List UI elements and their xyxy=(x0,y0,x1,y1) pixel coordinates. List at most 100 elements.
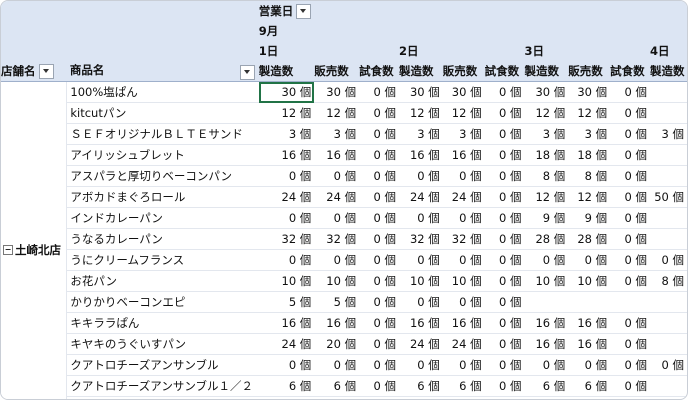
value-cell[interactable] xyxy=(649,207,687,229)
value-cell[interactable]: 0 個 xyxy=(359,81,399,103)
value-cell[interactable]: 0 個 xyxy=(442,249,485,271)
value-cell[interactable]: 0 個 xyxy=(484,144,525,166)
value-cell[interactable]: 0 個 xyxy=(359,165,399,187)
value-cell[interactable]: 0 個 xyxy=(442,207,485,229)
product-name-cell[interactable]: うにクリームフランス xyxy=(66,249,259,271)
product-name-cell[interactable]: アスパラと厚切りベーコンパン xyxy=(66,165,259,187)
product-name-cell[interactable]: 100%塩ぱん xyxy=(66,81,259,103)
value-cell[interactable]: 30 個 xyxy=(524,81,569,103)
product-name-cell[interactable]: インドカレーパン xyxy=(66,207,259,229)
value-cell[interactable]: 0 個 xyxy=(314,207,360,229)
value-cell[interactable]: 0 個 xyxy=(649,249,687,271)
value-cell[interactable]: 12 個 xyxy=(258,396,315,399)
value-cell[interactable]: 30 個 xyxy=(258,81,315,103)
value-cell[interactable]: 12 個 xyxy=(442,396,485,399)
value-cell[interactable]: 3 個 xyxy=(524,123,569,145)
value-cell[interactable]: 0 個 xyxy=(359,270,399,292)
value-cell[interactable]: 10 個 xyxy=(258,270,315,292)
value-cell[interactable]: 10 個 xyxy=(524,270,569,292)
value-cell[interactable]: 0 個 xyxy=(359,102,399,124)
value-cell[interactable]: 0 個 xyxy=(484,396,525,399)
value-cell[interactable]: 3 個 xyxy=(568,123,611,145)
product-name-cell[interactable]: キヤキのうぐいすパン xyxy=(66,333,259,355)
collapse-toggle-icon[interactable]: − xyxy=(3,245,13,256)
store-filter-dropdown[interactable] xyxy=(38,64,54,79)
value-cell[interactable]: 3 個 xyxy=(314,123,360,145)
value-cell[interactable]: 8 個 xyxy=(649,270,687,292)
value-cell[interactable]: 32 個 xyxy=(314,228,360,250)
value-cell[interactable]: 8 個 xyxy=(524,165,569,187)
value-cell[interactable]: 0 個 xyxy=(610,396,650,399)
value-cell[interactable]: 0 個 xyxy=(398,207,443,229)
value-cell[interactable]: 12 個 xyxy=(568,102,611,124)
value-cell[interactable]: 0 個 xyxy=(442,354,485,376)
value-cell[interactable]: 3 個 xyxy=(398,123,443,145)
value-cell[interactable]: 0 個 xyxy=(610,249,650,271)
value-cell[interactable]: 28 個 xyxy=(568,228,611,250)
value-cell[interactable]: 0 個 xyxy=(258,249,315,271)
value-cell[interactable]: 0 個 xyxy=(484,207,525,229)
value-cell[interactable]: 28 個 xyxy=(524,228,569,250)
value-cell[interactable]: 0 個 xyxy=(610,333,650,355)
value-cell[interactable]: 0 個 xyxy=(484,123,525,145)
value-cell[interactable]: 30 個 xyxy=(568,81,611,103)
value-cell[interactable]: 12 個 xyxy=(314,102,360,124)
value-cell[interactable] xyxy=(610,291,650,313)
value-cell[interactable]: 6 個 xyxy=(442,375,485,397)
value-cell[interactable]: 50 個 xyxy=(649,186,687,208)
product-name-cell[interactable]: アボカドまぐろロール xyxy=(66,186,259,208)
value-cell[interactable] xyxy=(649,81,687,103)
value-cell[interactable]: 6 個 xyxy=(398,375,443,397)
value-cell[interactable]: 0 個 xyxy=(359,375,399,397)
product-name-cell[interactable]: かりかりベーコンエピ xyxy=(66,291,259,313)
value-cell[interactable]: 16 個 xyxy=(398,312,443,334)
value-cell[interactable]: 6 個 xyxy=(524,375,569,397)
value-cell[interactable]: 12 個 xyxy=(258,102,315,124)
value-cell[interactable] xyxy=(649,144,687,166)
value-cell[interactable]: 0 個 xyxy=(524,249,569,271)
date-filter-dropdown[interactable] xyxy=(296,4,312,19)
value-cell[interactable] xyxy=(568,291,611,313)
value-cell[interactable]: 12 個 xyxy=(398,102,443,124)
value-cell[interactable] xyxy=(649,291,687,313)
value-cell[interactable] xyxy=(649,312,687,334)
value-cell[interactable]: 32 個 xyxy=(258,228,315,250)
value-cell[interactable]: 12 個 xyxy=(524,396,569,399)
value-cell[interactable]: 24 個 xyxy=(258,186,315,208)
value-cell[interactable]: 0 個 xyxy=(398,165,443,187)
value-cell[interactable]: 0 個 xyxy=(610,186,650,208)
value-cell[interactable]: 0 個 xyxy=(610,354,650,376)
value-cell[interactable]: 0 個 xyxy=(442,291,485,313)
product-name-cell[interactable]: クアトロチーズアンサンブル１／２ xyxy=(66,375,259,397)
value-cell[interactable]: 9 個 xyxy=(524,207,569,229)
value-cell[interactable]: 0 個 xyxy=(484,249,525,271)
value-cell[interactable]: 0 個 xyxy=(610,228,650,250)
value-cell[interactable]: 30 個 xyxy=(442,81,485,103)
value-cell[interactable]: 0 個 xyxy=(610,312,650,334)
value-cell[interactable]: 12 個 xyxy=(568,396,611,399)
product-name-cell[interactable]: クアトロチーズアンサンブル xyxy=(66,354,259,376)
value-cell[interactable]: 0 個 xyxy=(484,354,525,376)
value-cell[interactable]: 12 個 xyxy=(524,102,569,124)
value-cell[interactable]: 0 個 xyxy=(610,102,650,124)
value-cell[interactable]: 0 個 xyxy=(484,291,525,313)
value-cell[interactable]: 0 個 xyxy=(610,165,650,187)
value-cell[interactable]: 16 個 xyxy=(524,333,569,355)
value-cell[interactable]: 18 個 xyxy=(568,144,611,166)
value-cell[interactable] xyxy=(649,102,687,124)
value-cell[interactable]: 16 個 xyxy=(568,333,611,355)
value-cell[interactable]: 0 個 xyxy=(610,81,650,103)
value-cell[interactable]: 0 個 xyxy=(359,249,399,271)
value-cell[interactable] xyxy=(649,375,687,397)
value-cell[interactable]: 0 個 xyxy=(359,144,399,166)
value-cell[interactable] xyxy=(524,291,569,313)
value-cell[interactable]: 18 個 xyxy=(524,144,569,166)
value-cell[interactable]: 0 個 xyxy=(398,249,443,271)
value-cell[interactable]: 10 個 xyxy=(314,270,360,292)
value-cell[interactable]: 0 個 xyxy=(524,354,569,376)
value-cell[interactable]: 0 個 xyxy=(359,228,399,250)
value-cell[interactable]: 0 個 xyxy=(568,354,611,376)
value-cell[interactable]: 0 個 xyxy=(314,165,360,187)
value-cell[interactable]: 0 個 xyxy=(359,396,399,399)
product-name-cell[interactable]: グリコーゲンツイスト xyxy=(66,396,259,399)
